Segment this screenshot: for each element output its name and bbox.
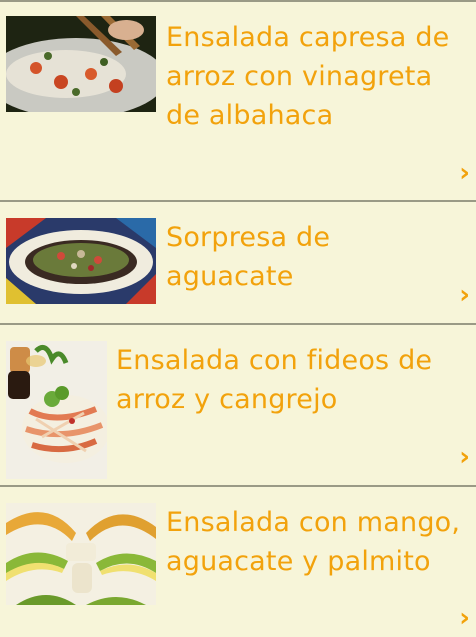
recipe-title: Ensalada con mango, aguacate y palmito (166, 507, 461, 577)
chevron-right-icon: › (459, 442, 470, 472)
mango-salad-photo (6, 503, 156, 605)
recipe-item-fideos[interactable]: Ensalada con fideos de arroz y cangrejo … (0, 325, 476, 487)
recipe-title: Ensalada capresa de arroz con vinagreta … (166, 22, 450, 131)
chevron-right-icon: › (459, 280, 470, 310)
chevron-right-icon: › (459, 158, 470, 188)
noodle-salad-photo (6, 341, 107, 479)
recipe-item-mango[interactable]: Ensalada con mango, aguacate y palmito › (0, 487, 476, 637)
recipe-item-capresa[interactable]: Ensalada capresa de arroz con vinagreta … (0, 2, 476, 202)
recipe-item-sorpresa[interactable]: Sorpresa de aguacate › (0, 202, 476, 325)
avocado-dish-photo (6, 218, 156, 304)
recipe-title: Sorpresa de aguacate (166, 222, 331, 292)
recipe-list: Ensalada capresa de arroz con vinagreta … (0, 0, 476, 637)
rice-salad-photo (6, 16, 156, 112)
chevron-right-icon: › (459, 603, 470, 633)
recipe-title: Ensalada con fideos de arroz y cangrejo (116, 345, 433, 415)
